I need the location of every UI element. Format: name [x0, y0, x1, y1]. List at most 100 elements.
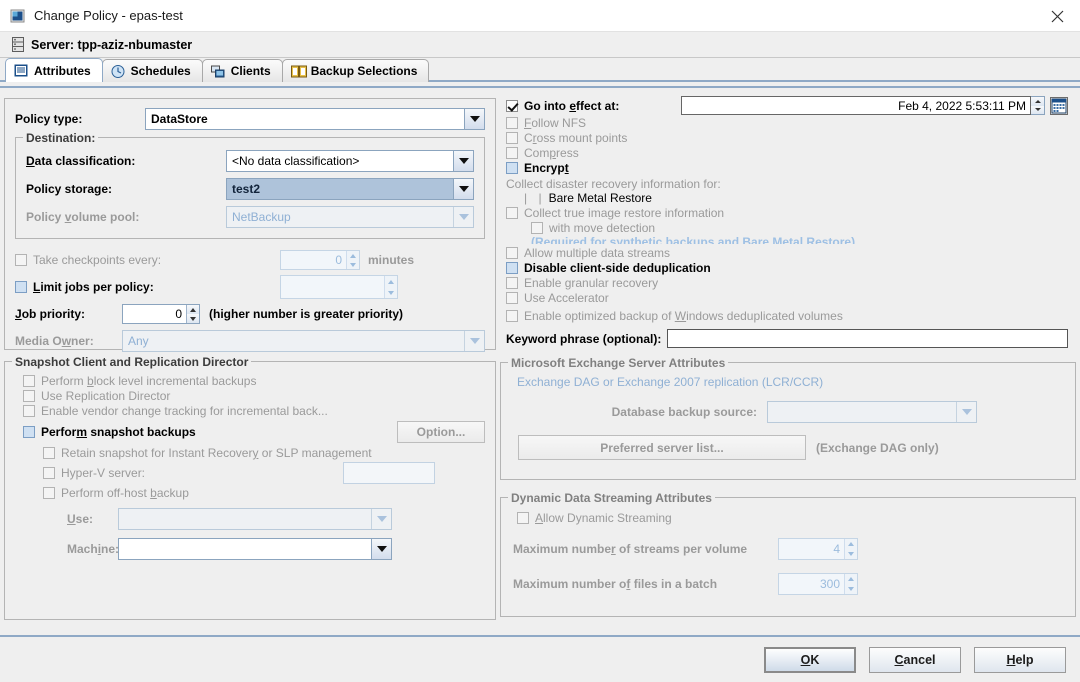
tab-schedules[interactable]: Schedules: [102, 59, 203, 82]
checkpoint-interval-value: 0: [281, 251, 346, 269]
spinner-down-icon[interactable]: [187, 314, 199, 323]
hyperv-row: Hyper-V server:: [15, 462, 485, 484]
checkbox-box[interactable]: [15, 281, 27, 293]
checkpoint-interval-spinner: 0: [280, 250, 360, 270]
spinner-up-icon[interactable]: [187, 305, 199, 314]
window-title: Change Policy - epas-test: [34, 8, 183, 23]
checkbox-box[interactable]: [506, 100, 518, 112]
tab-label: Attributes: [34, 64, 91, 78]
calendar-icon[interactable]: [1050, 97, 1068, 115]
database-backup-source-row: Database backup source:: [513, 401, 1063, 423]
ok-button[interactable]: OK: [764, 647, 856, 673]
enable-optimized-backup-label: Enable optimized backup of Windows dedup…: [524, 309, 843, 323]
enable-granular-recovery-checkbox: Enable granular recovery: [506, 276, 1068, 290]
encrypt-checkbox[interactable]: Encrypt: [506, 161, 1068, 175]
cancel-button[interactable]: Cancel: [869, 647, 961, 673]
spinner-up-icon[interactable]: [1031, 97, 1044, 106]
go-into-effect-row: Go into effect at: Feb 4, 2022 5:53:11 P…: [506, 96, 1068, 115]
limit-jobs-checkbox[interactable]: Limit jobs per policy:: [15, 280, 280, 294]
collect-true-image-checkbox: Collect true image restore information: [506, 206, 1068, 220]
machine-combo[interactable]: [118, 538, 392, 560]
job-priority-hint: (higher number is greater priority): [209, 307, 403, 321]
policy-storage-combo[interactable]: test2: [226, 178, 474, 200]
perform-block-level-checkbox: Perform block level incremental backups: [23, 374, 485, 388]
spinner-down-icon[interactable]: [1031, 106, 1044, 115]
go-into-effect-datefield[interactable]: Feb 4, 2022 5:53:11 PM: [681, 96, 1031, 115]
go-into-effect-label: Go into effect at:: [524, 99, 619, 113]
media-owner-value: Any: [123, 334, 464, 348]
policy-type-combo[interactable]: DataStore: [145, 108, 485, 130]
checkbox-box: [506, 292, 518, 304]
limit-jobs-spinner: [280, 275, 398, 299]
exchange-attributes-group: Microsoft Exchange Server Attributes Exc…: [500, 362, 1076, 480]
snapshot-option-label: Option...: [417, 425, 466, 439]
chevron-down-icon[interactable]: [453, 151, 473, 171]
checkbox-box: [506, 310, 518, 322]
cross-mount-points-checkbox: Cross mount points: [506, 131, 1068, 145]
chevron-down-icon[interactable]: [453, 179, 473, 199]
job-priority-spinner[interactable]: 0: [122, 304, 200, 324]
keyword-phrase-label: Keyword phrase (optional):: [506, 332, 661, 346]
spinner-down-icon: [845, 549, 857, 559]
date-spinner[interactable]: [1031, 96, 1045, 115]
tab-clients[interactable]: Clients: [202, 59, 283, 82]
help-label: Help: [1006, 653, 1033, 667]
take-checkpoints-row: Take checkpoints every: 0 minutes: [15, 250, 485, 270]
server-icon: [12, 37, 24, 52]
go-into-effect-checkbox[interactable]: Go into effect at:: [506, 99, 681, 113]
radio-marks: | |: [524, 191, 546, 205]
chevron-down-icon[interactable]: [371, 539, 391, 559]
required-note: (Required for synthetic backups and Bare…: [531, 236, 1068, 244]
encrypt-label: Encrypt: [524, 161, 569, 175]
policy-volume-pool-value: NetBackup: [227, 210, 453, 224]
tab-label: Backup Selections: [311, 64, 418, 78]
spinner-buttons[interactable]: [1031, 97, 1044, 114]
attributes-panel: Policy type: DataStore Destination: Data…: [0, 86, 1080, 635]
disable-client-dedup-checkbox[interactable]: Disable client-side deduplication: [506, 261, 1068, 275]
max-streams-value: 4: [779, 539, 844, 559]
window-titlebar: Change Policy - epas-test: [0, 0, 1080, 32]
cross-mount-points-label: Cross mount points: [524, 131, 627, 145]
checkbox-box: [43, 467, 55, 479]
chevron-down-icon[interactable]: [464, 109, 484, 129]
tab-label: Clients: [231, 64, 271, 78]
snapshot-option-button: Option...: [397, 421, 485, 443]
spinner-buttons[interactable]: [186, 305, 199, 323]
bare-metal-restore-label: Bare Metal Restore: [549, 191, 652, 205]
use-combo: [118, 508, 392, 530]
checkbox-box: [43, 487, 55, 499]
tab-backup-selections[interactable]: Backup Selections: [282, 59, 430, 82]
keyword-phrase-input[interactable]: [667, 329, 1068, 348]
close-icon[interactable]: [1034, 0, 1080, 32]
perform-snapshot-backups-checkbox[interactable]: Perform snapshot backups: [23, 425, 397, 439]
perform-offhost-backup-checkbox: Perform off-host backup: [43, 486, 485, 500]
chevron-down-icon: [956, 402, 976, 422]
max-files-row: Maximum number of files in a batch 300: [513, 573, 1063, 595]
policy-volume-pool-label: Policy volume pool:: [26, 210, 226, 224]
checkbox-box[interactable]: [23, 426, 35, 438]
exchange-dag-note: Exchange DAG or Exchange 2007 replicatio…: [517, 375, 1063, 389]
collect-true-image-label: Collect true image restore information: [524, 206, 724, 220]
snapshot-legend: Snapshot Client and Replication Director: [12, 355, 251, 369]
data-classification-combo[interactable]: <No data classification>: [226, 150, 474, 172]
spinner-down-icon: [845, 584, 857, 594]
checkbox-box[interactable]: [506, 162, 518, 174]
spinner-buttons: [844, 539, 857, 559]
left-column: Policy type: DataStore Destination: Data…: [4, 94, 496, 635]
dds-legend: Dynamic Data Streaming Attributes: [508, 491, 715, 505]
help-button[interactable]: Help: [974, 647, 1066, 673]
take-checkpoints-checkbox: Take checkpoints every:: [15, 253, 280, 267]
media-owner-row: Media Owner: Any: [15, 330, 485, 352]
allow-dynamic-streaming-checkbox: Allow Dynamic Streaming: [517, 511, 1063, 525]
policy-icon: [10, 8, 26, 24]
job-priority-row: Job priority: 0 (higher number is greate…: [15, 304, 485, 324]
checkbox-box: [506, 132, 518, 144]
tab-attributes[interactable]: Attributes: [5, 58, 103, 82]
policy-type-value: DataStore: [146, 112, 464, 126]
follow-nfs-checkbox: Follow NFS: [506, 116, 1068, 130]
policy-volume-pool-row: Policy volume pool: NetBackup: [26, 206, 474, 228]
preferred-server-list-label: Preferred server list...: [600, 441, 723, 455]
use-replication-director-label: Use Replication Director: [41, 389, 170, 403]
checkbox-box[interactable]: [506, 262, 518, 274]
with-move-detection-label: with move detection: [549, 221, 655, 235]
